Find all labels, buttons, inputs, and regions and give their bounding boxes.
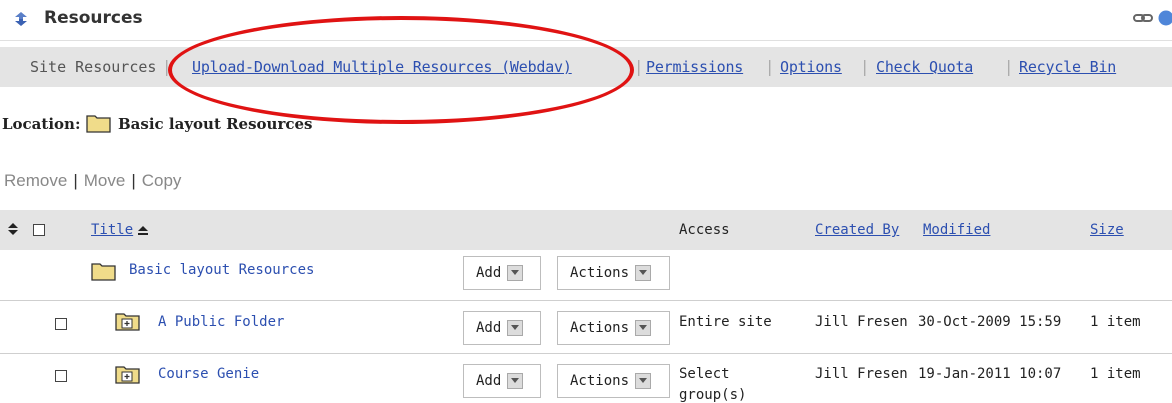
access-header: Access [679, 222, 730, 238]
sort-ascending-icon[interactable] [137, 225, 149, 237]
nav-link-recycle-bin[interactable]: Recycle Bin [1019, 58, 1116, 76]
nav-separator: | [636, 57, 641, 76]
folder-icon [91, 261, 117, 281]
sort-both-icon[interactable] [7, 222, 19, 236]
chevron-down-icon [635, 373, 651, 389]
root-folder-link[interactable]: Basic layout Resources [129, 262, 314, 278]
nav-separator: | [767, 57, 772, 76]
chevron-down-icon [507, 320, 523, 336]
row-checkbox[interactable] [55, 318, 67, 330]
bulk-actions: Remove | Move | Copy [4, 171, 181, 191]
link-icon[interactable] [1133, 11, 1155, 25]
chevron-down-icon [635, 320, 651, 336]
folder-link-course-genie[interactable]: Course Genie [158, 366, 259, 382]
sort-by-modified-link[interactable]: Modified [923, 222, 990, 238]
size-cell: 1 item [1090, 366, 1141, 382]
nav-separator: | [164, 57, 169, 76]
row-divider [0, 300, 1172, 301]
add-dropdown[interactable]: Add [463, 364, 541, 398]
action-separator: | [73, 171, 77, 190]
action-separator: | [131, 171, 135, 190]
actions-dropdown[interactable]: Actions [557, 364, 670, 398]
nav-separator: | [862, 57, 867, 76]
nav-link-options[interactable]: Options [780, 58, 842, 76]
row-divider [0, 353, 1172, 354]
tool-nav-bar [0, 47, 1172, 87]
page-title: Resources [44, 8, 143, 28]
sort-by-created-by-link[interactable]: Created By [815, 222, 899, 238]
modified-cell: 19-Jan-2011 10:07 [918, 366, 1061, 382]
chevron-down-icon [507, 373, 523, 389]
sort-by-title-link[interactable]: Title [91, 222, 133, 238]
sort-by-size-link[interactable]: Size [1090, 222, 1124, 238]
size-cell: 1 item [1090, 314, 1141, 330]
location-label: Location: [2, 115, 80, 133]
remove-action[interactable]: Remove [4, 171, 67, 190]
nav-link-permissions[interactable]: Permissions [646, 58, 743, 76]
expand-folder-icon[interactable] [115, 364, 141, 384]
chevron-down-icon [507, 265, 523, 281]
copy-action[interactable]: Copy [142, 171, 182, 190]
refresh-arrows-icon[interactable] [12, 10, 30, 28]
table-header [0, 210, 1172, 250]
created-by-cell: Jill Fresen [815, 366, 908, 382]
select-all-checkbox[interactable] [33, 224, 45, 236]
add-dropdown[interactable]: Add [463, 256, 541, 290]
location-name: Basic layout Resources [118, 115, 312, 133]
chevron-down-icon [635, 265, 651, 281]
folder-link-a-public-folder[interactable]: A Public Folder [158, 314, 284, 330]
tool-title-bar [0, 0, 1172, 41]
nav-separator: | [1006, 57, 1011, 76]
nav-current-site-resources: Site Resources [30, 58, 156, 76]
nav-link-check-quota[interactable]: Check Quota [876, 58, 973, 76]
add-dropdown[interactable]: Add [463, 311, 541, 345]
actions-dropdown[interactable]: Actions [557, 311, 670, 345]
actions-dropdown[interactable]: Actions [557, 256, 670, 290]
row-checkbox[interactable] [55, 370, 67, 382]
created-by-cell: Jill Fresen [815, 314, 908, 330]
help-icon[interactable] [1158, 10, 1172, 26]
move-action[interactable]: Move [84, 171, 126, 190]
expand-folder-icon[interactable] [115, 311, 141, 331]
folder-icon [86, 113, 112, 133]
nav-link-upload-download-webdav[interactable]: Upload-Download Multiple Resources (Webd… [192, 58, 572, 76]
access-cell: Entire site [679, 314, 772, 330]
modified-cell: 30-Oct-2009 15:59 [918, 314, 1061, 330]
access-cell: Select [679, 366, 730, 382]
